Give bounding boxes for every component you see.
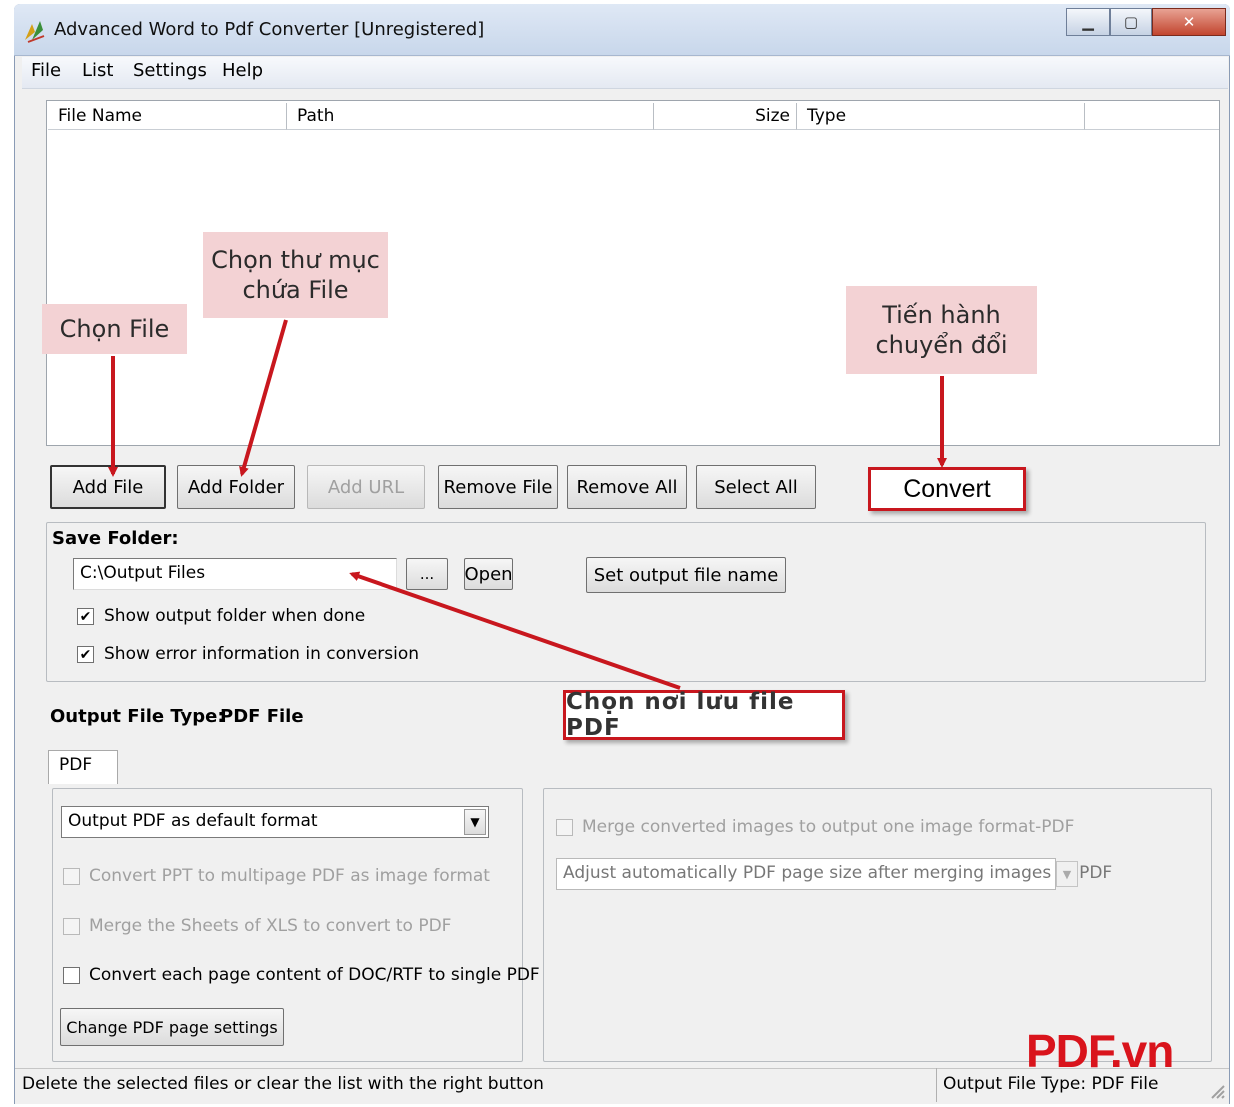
watermark-logo: PDF.vn: [1026, 1025, 1174, 1077]
arrow-to-add-folder: [239, 319, 288, 477]
arrow-to-save-folder: [349, 571, 681, 690]
annotation-arrows: [108, 319, 947, 690]
